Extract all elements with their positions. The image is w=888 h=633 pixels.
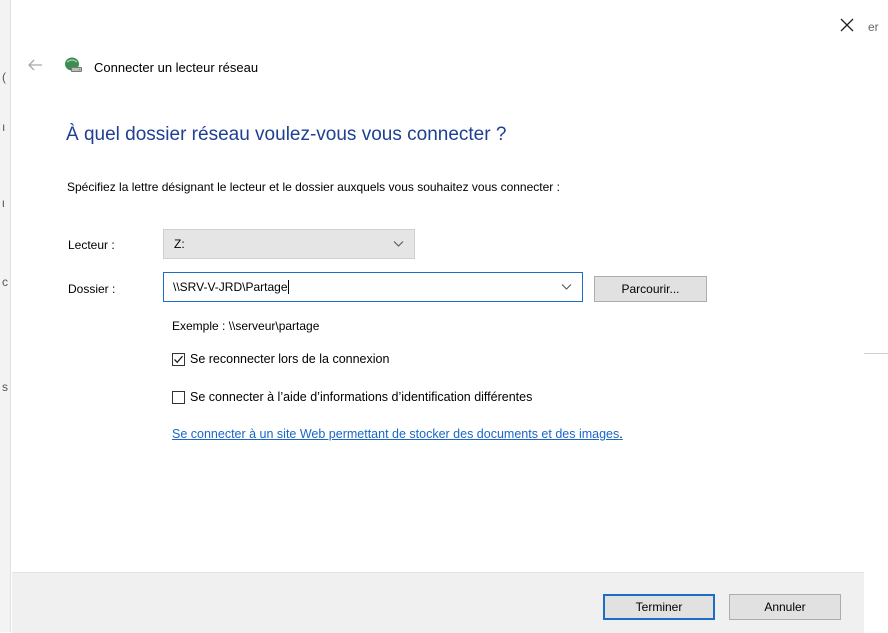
instructions-text: Spécifiez la lettre désignant le lecteur… — [67, 180, 560, 194]
reconnect-checkbox-row[interactable]: Se reconnecter lors de la connexion — [172, 351, 389, 367]
close-icon — [840, 18, 854, 32]
cancel-button[interactable]: Annuler — [729, 594, 841, 620]
map-network-drive-dialog: Connecter un lecteur réseau À quel dossi… — [12, 0, 864, 633]
dialog-title: Connecter un lecteur réseau — [94, 60, 259, 75]
folder-label: Dossier : — [68, 282, 116, 296]
folder-value: \\SRV-V-JRD\Partage — [173, 280, 288, 294]
background-divider — [864, 353, 888, 354]
drive-letter-select[interactable]: Z: — [163, 229, 415, 259]
background-text-fragment: s — [2, 380, 8, 394]
web-site-link[interactable]: Se connecter à un site Web permettant de… — [172, 427, 619, 441]
background-window-left-edge: ( ı ι c s — [0, 0, 11, 632]
folder-input-text: \\SRV-V-JRD\Partage — [173, 280, 289, 294]
example-hint: Exemple : \\serveur\partage — [172, 319, 320, 333]
browse-button[interactable]: Parcourir... — [594, 276, 707, 302]
reconnect-checkbox[interactable] — [172, 352, 185, 366]
reconnect-label[interactable]: Se reconnecter lors de la connexion — [190, 352, 389, 366]
drive-label: Lecteur : — [68, 238, 115, 252]
chevron-down-icon — [393, 241, 404, 247]
text-caret — [287, 280, 289, 294]
web-site-link-row: Se connecter à un site Web permettant de… — [172, 427, 623, 441]
finish-button[interactable]: Terminer — [603, 594, 715, 620]
drive-letter-value: Z: — [174, 237, 185, 251]
background-text-fragment: ι — [2, 196, 5, 210]
background-text-fragment: ı — [2, 120, 6, 134]
credentials-checkbox-row[interactable]: Se connecter à l’aide d’informations d’i… — [172, 389, 532, 405]
network-drive-icon — [65, 57, 82, 72]
back-arrow-icon[interactable] — [26, 58, 44, 72]
credentials-checkbox[interactable] — [172, 390, 185, 404]
dialog-footer: Terminer Annuler — [12, 572, 864, 633]
background-text-fragment: c — [2, 275, 8, 289]
chevron-down-icon[interactable] — [561, 283, 572, 291]
credentials-label[interactable]: Se connecter à l’aide d’informations d’i… — [190, 390, 532, 404]
page-heading: À quel dossier réseau voulez-vous vous c… — [66, 124, 507, 145]
folder-input[interactable]: \\SRV-V-JRD\Partage — [163, 272, 583, 302]
link-period: . — [619, 427, 623, 441]
background-text-fragment: ( — [2, 70, 6, 84]
checkmark-icon — [174, 355, 183, 363]
background-window-right-edge: er — [863, 0, 888, 632]
close-button[interactable] — [836, 14, 858, 36]
background-text-fragment: er — [868, 20, 879, 34]
